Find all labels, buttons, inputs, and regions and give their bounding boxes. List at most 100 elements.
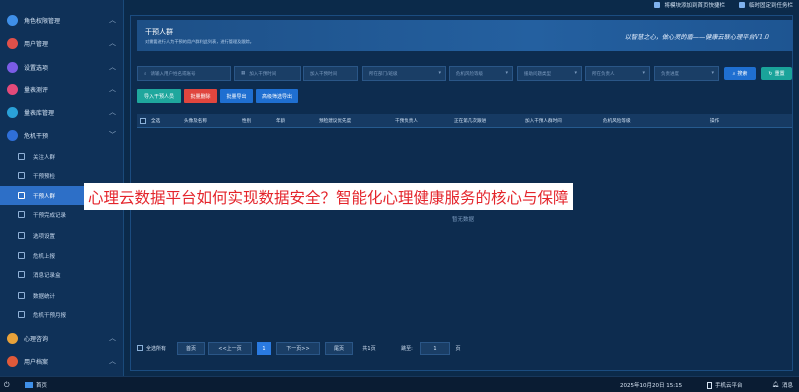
sidebar-subitem-label: 干预人群: [33, 193, 56, 200]
search-icon: ⌕: [732, 70, 736, 77]
pin-to-taskbar-label: 临时固定到任务栏: [748, 3, 793, 9]
start-button[interactable]: 首页: [25, 381, 47, 389]
refresh-icon: ↻: [768, 70, 773, 77]
sidebar-item-label: 量表测评: [24, 86, 49, 94]
select-all-pages-checkbox[interactable]: [137, 345, 143, 351]
column-header: 干预负责人: [395, 119, 418, 124]
department-select[interactable]: 所在部门/班级 ▾: [362, 66, 446, 81]
book-icon: [7, 106, 18, 118]
chevron-down-icon: ﹀: [109, 131, 116, 139]
chevron-up-icon: ︿: [109, 357, 116, 365]
select-all-checkbox[interactable]: [140, 118, 146, 124]
join-date-end[interactable]: 加入干预时间: [303, 66, 358, 81]
page-title: 干预人群: [145, 28, 173, 36]
sidebar-item-role-permission[interactable]: 角色权限管理 ︿: [0, 9, 124, 31]
top-links: 将模块添加到首页快捷栏 临时固定到任务栏: [654, 0, 793, 10]
advanced-export-button[interactable]: 高级筛选导出: [256, 89, 298, 103]
batch-delete-button[interactable]: 批量删除: [184, 89, 217, 103]
check-icon: [18, 172, 25, 179]
sidebar-subitem-message-box[interactable]: 消息记录盒: [0, 265, 124, 284]
chevron-up-icon: ︿: [109, 63, 116, 71]
mobile-platform-button[interactable]: 手机云平台: [707, 381, 743, 389]
next-page-button[interactable]: 下一页>>: [276, 342, 320, 355]
sidebar-subitem-label: 干预预检: [33, 173, 56, 180]
page-unit: 页: [455, 346, 461, 352]
settings-icon: [18, 232, 25, 239]
column-header: 预检建议优先度: [319, 119, 352, 124]
sidebar-subitem-crisis-report[interactable]: 危机上报: [0, 246, 124, 265]
empty-state: 暂无数据: [452, 217, 475, 223]
platform-slogan: 以智慧之心，做心灵的盾——健康云联心理平台V1.0: [624, 34, 769, 41]
chevron-down-icon: ▾: [642, 70, 645, 76]
sidebar-item-crisis-intervention[interactable]: 危机干预 ﹀: [0, 124, 124, 146]
first-page-button[interactable]: 首页: [177, 342, 205, 355]
column-header: 年龄: [276, 119, 286, 124]
owner-select[interactable]: 所在负责人 ▾: [585, 66, 650, 81]
prev-page-button[interactable]: <<上一页: [208, 342, 252, 355]
search-button[interactable]: ⌕ 搜索: [724, 67, 756, 80]
search-placeholder: 请输入用户姓名或账号: [150, 71, 196, 77]
search-input[interactable]: ⌕ 请输入用户姓名或账号: [137, 66, 231, 81]
sidebar-subitem-label: 危机上报: [33, 253, 56, 260]
owner-placeholder: 所在负责人: [592, 71, 615, 77]
sidebar-item-label: 设置选项: [24, 64, 49, 72]
column-header: 头像及名称: [184, 119, 207, 124]
sidebar-item-settings[interactable]: 设置选项 ︿: [0, 56, 124, 78]
calendar-icon: ▦: [241, 71, 246, 76]
heart-icon: [7, 83, 18, 95]
jump-page-input[interactable]: 1: [420, 342, 450, 355]
search-icon: ⌕: [144, 71, 147, 77]
problem-type-placeholder: 援助问题类型: [524, 71, 551, 77]
sidebar-item-user-profile[interactable]: 用户档案 ︿: [0, 350, 124, 372]
messages-button[interactable]: 🔔︎ 消息: [772, 381, 793, 389]
reset-button-label: 重置: [774, 71, 785, 77]
sidebar-item-scale-library[interactable]: 量表库管理 ︿: [0, 101, 124, 123]
sidebar-subitem-focus-group[interactable]: 关注人群: [0, 147, 124, 166]
people-icon: [18, 192, 25, 199]
page-banner: 干预人群 对需要进行人为干预的用户群利此列表，进行管理及跟踪。 以智慧之心，做心…: [137, 20, 793, 51]
shield-icon: [7, 14, 18, 26]
taskbar-icon: [738, 2, 745, 8]
chevron-up-icon: ︿: [109, 16, 116, 24]
chevron-down-icon: ▾: [711, 70, 714, 76]
date-end-placeholder: 加入干预时间: [310, 71, 337, 77]
sidebar-item-scale-assessment[interactable]: 量表测评 ︿: [0, 78, 124, 100]
department-placeholder: 所在部门/班级: [369, 71, 398, 77]
power-icon[interactable]: ⏻: [4, 381, 10, 390]
pin-to-home-link[interactable]: 将模块添加到首页快捷栏: [654, 0, 725, 10]
pin-to-taskbar-link[interactable]: 临时固定到任务栏: [738, 0, 793, 10]
pin-icon: [654, 2, 661, 8]
profile-icon: [7, 355, 18, 367]
user-icon: [7, 37, 18, 49]
chevron-down-icon: ▾: [438, 70, 441, 76]
sidebar-subitem-option-settings[interactable]: 选项设置: [0, 226, 124, 245]
sidebar-item-user-management[interactable]: 用户管理 ︿: [0, 32, 124, 54]
problem-type-select[interactable]: 援助问题类型 ▾: [517, 66, 582, 81]
date-start-placeholder: 加入干预时间: [249, 71, 277, 77]
start-label: 首页: [36, 383, 48, 389]
current-page-button[interactable]: 1: [257, 342, 271, 355]
sidebar-item-label: 心理咨询: [24, 335, 49, 343]
article-headline: 心理云数据平台如何实现数据安全？智能化心理健康服务的核心与保障: [84, 183, 573, 210]
sidebar-subitem-statistics[interactable]: 数据统计: [0, 286, 124, 305]
batch-export-button[interactable]: 批量导出: [220, 89, 253, 103]
sidebar-subitem-label: 选项设置: [33, 233, 56, 240]
gear-icon: [7, 61, 18, 73]
sidebar-item-label: 用户管理: [24, 40, 49, 48]
sidebar-subitem-label: 危机干预月报: [33, 312, 67, 319]
sidebar-subitem-label: 数据统计: [33, 293, 56, 300]
join-date-start[interactable]: ▦ 加入干预时间: [234, 66, 301, 81]
alert-icon: [7, 129, 18, 141]
risk-level-select[interactable]: 危机风险等级 ▾: [449, 66, 513, 81]
taskbar: ⏻ 首页 2025年10月20日 15:15 手机云平台 🔔︎ 消息: [0, 376, 799, 392]
sidebar-item-label: 量表库管理: [24, 109, 55, 117]
reset-button[interactable]: ↻ 重置: [761, 67, 792, 80]
messages-label: 消息: [781, 383, 793, 389]
progress-select[interactable]: 负责进度 ▾: [654, 66, 719, 81]
column-header: 操作: [710, 119, 720, 124]
last-page-button[interactable]: 尾页: [325, 342, 353, 355]
import-button[interactable]: 导入干预人员: [137, 89, 181, 103]
sidebar-subitem-monthly-report[interactable]: 危机干预月报: [0, 305, 124, 324]
chevron-up-icon: ︿: [109, 334, 116, 342]
sidebar-item-counseling[interactable]: 心理咨询 ︿: [0, 327, 124, 349]
